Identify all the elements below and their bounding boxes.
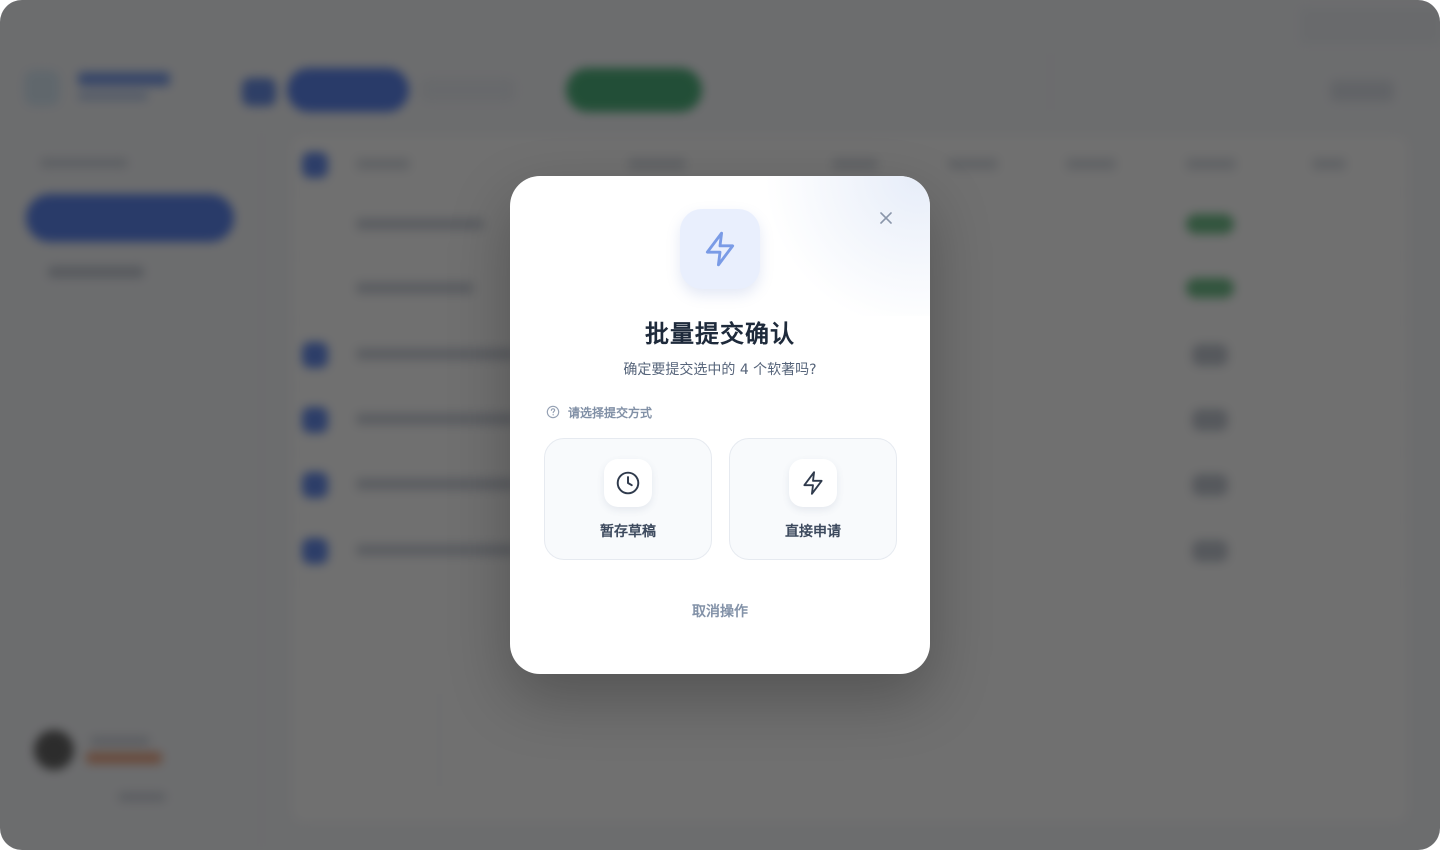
lightning-icon — [705, 231, 735, 267]
question-circle-icon — [546, 405, 560, 419]
direct-apply-label: 直接申请 — [785, 524, 841, 540]
submit-mode-label-text: 请选择提交方式 — [568, 405, 653, 420]
dialog-title: 批量提交确认 — [645, 321, 795, 348]
save-draft-option[interactable]: 暂存草稿 — [544, 438, 712, 560]
dialog-glow — [750, 176, 930, 316]
submit-mode-label: 请选择提交方式 — [546, 404, 652, 420]
save-draft-label: 暂存草稿 — [600, 524, 656, 540]
option-icon-box — [789, 459, 837, 507]
batch-submit-dialog: 批量提交确认 确定要提交选中的 4 个软著吗? 请选择提交方式 暂存草稿 直接申… — [510, 176, 930, 674]
lightning-icon — [803, 471, 823, 495]
clock-icon — [616, 471, 640, 495]
close-icon — [880, 212, 892, 224]
app-window: 批量提交确认 确定要提交选中的 4 个软著吗? 请选择提交方式 暂存草稿 直接申… — [0, 0, 1440, 850]
cancel-button[interactable]: 取消操作 — [510, 601, 930, 621]
dialog-subtitle: 确定要提交选中的 4 个软著吗? — [623, 362, 817, 378]
close-button[interactable] — [874, 206, 898, 230]
direct-apply-option[interactable]: 直接申请 — [729, 438, 897, 560]
option-icon-box — [604, 459, 652, 507]
hero-lightning-badge — [680, 209, 760, 289]
